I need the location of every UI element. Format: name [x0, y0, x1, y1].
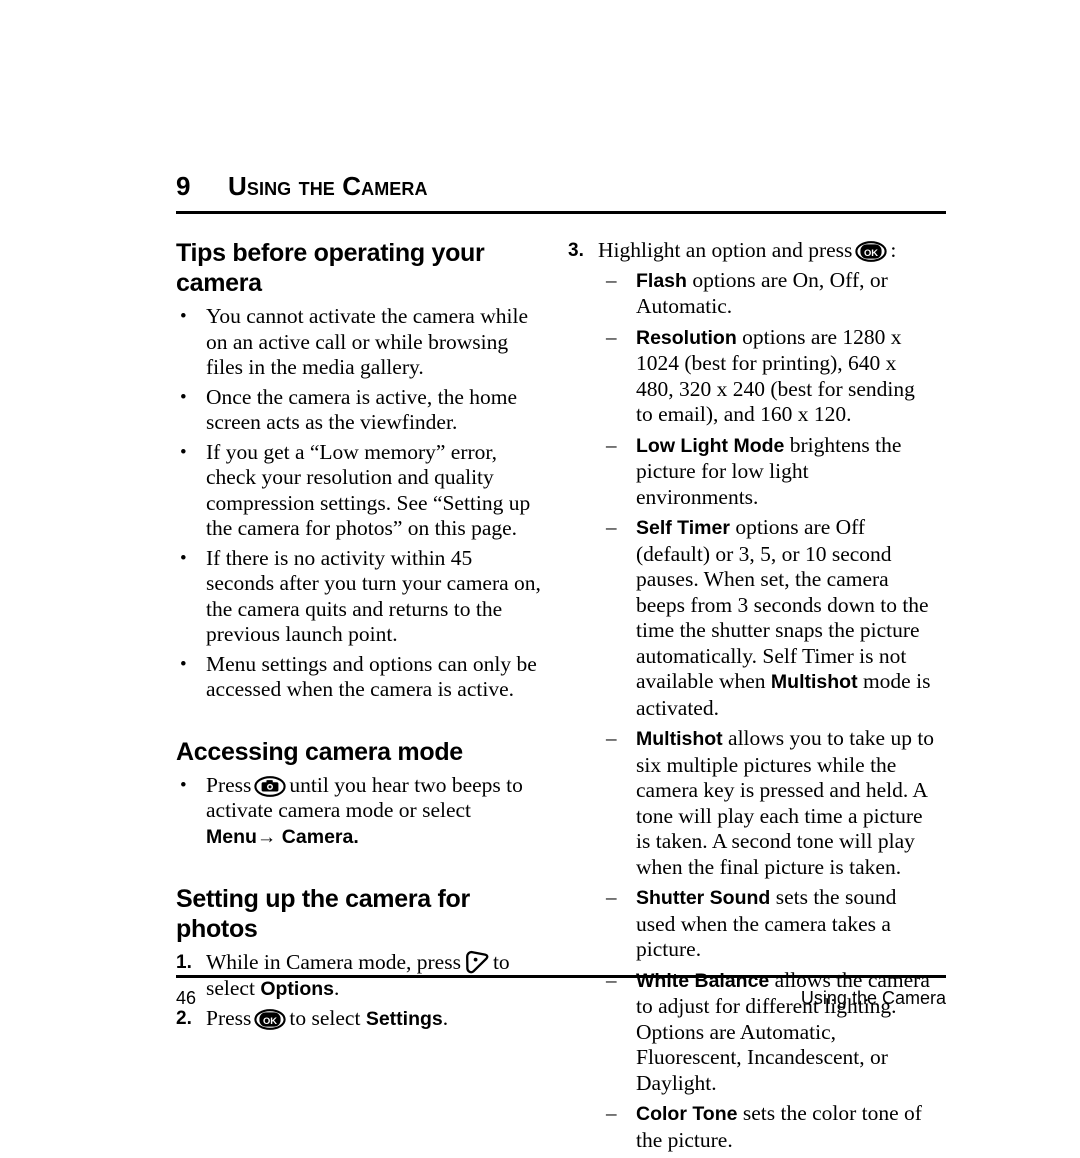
section-heading-setting-up: Setting up the camera for photos	[176, 885, 470, 943]
list-item-text: If you get a “Low memory” error, check y…	[206, 439, 531, 541]
list-item: • Menu settings and options can only be …	[176, 652, 544, 703]
list-item: • If you get a “Low memory” error, check…	[176, 440, 544, 542]
option-name: White Balance	[636, 969, 770, 992]
accessing-bullet-list: • Press until you hear two beeps to activ…	[176, 773, 544, 851]
setup-step-list: 1. While in Camera mode, press to select …	[176, 950, 544, 1033]
step-text-pre: Highlight an option and press	[598, 238, 853, 262]
footer-divider	[176, 975, 946, 978]
option-name: Self Timer	[636, 517, 730, 539]
option-name: Low Light Mode	[636, 434, 785, 457]
chapter-title: Using the Camera	[228, 171, 428, 201]
bullet-marker: •	[180, 653, 187, 675]
dash-marker: –	[606, 267, 617, 292]
step-marker: 1.	[176, 952, 192, 973]
step-marker: 3.	[568, 240, 584, 261]
svg-text:OK: OK	[864, 247, 878, 258]
list-item: • Once the camera is active, the home sc…	[176, 385, 544, 436]
list-item: – Shutter Sound sets the sound used when…	[598, 885, 936, 963]
option-name: Flash	[636, 269, 687, 292]
step-text-end: :	[890, 238, 897, 262]
option-description: options are Off (default) or 3, 5, or 10…	[636, 515, 929, 693]
dash-marker: –	[606, 967, 617, 992]
list-item-text: Once the camera is active, the home scre…	[206, 384, 518, 435]
list-item: • Press until you hear two beeps to activ…	[176, 773, 544, 851]
chapter-number: 9	[176, 171, 191, 201]
list-item-text-pre: Press	[206, 772, 252, 797]
list-item: – Self Timer options are Off (default) o…	[598, 515, 936, 721]
step-marker: 2.	[176, 1008, 192, 1029]
step-text-pre: While in Camera mode, press	[206, 950, 461, 974]
option-name: Resolution	[636, 326, 737, 349]
dash-marker: –	[606, 515, 617, 539]
svg-text:OK: OK	[263, 1015, 277, 1026]
sentence-period: .	[353, 825, 359, 848]
ok-key-icon: OK	[855, 241, 888, 262]
arrow-glyph: →	[256, 825, 277, 848]
step-text-mid: to select	[289, 1006, 361, 1030]
option-name: Color Tone	[636, 1103, 738, 1125]
list-item: • You cannot activate the camera while o…	[176, 304, 544, 381]
bullet-marker: •	[180, 547, 187, 569]
header-divider	[176, 211, 946, 214]
list-item: 3. Highlight an option and press OK : – F…	[568, 238, 936, 1153]
dash-marker: –	[606, 432, 617, 457]
right-column: 3. Highlight an option and press OK : – F…	[568, 238, 936, 1158]
section-heading-accessing: Accessing camera mode	[176, 737, 463, 766]
option-name: Shutter Sound	[636, 887, 771, 909]
settings-label: Settings	[365, 1008, 443, 1030]
camera-options-list: – Flash options are On, Off, or Automati…	[598, 268, 936, 1154]
section-heading-tips: Tips before operating your camera	[176, 239, 485, 297]
bullet-marker: •	[180, 441, 187, 463]
list-item-text: If there is no activity within 45 second…	[206, 545, 541, 647]
running-title: Using the Camera	[800, 988, 946, 1008]
sentence-period: .	[442, 1006, 449, 1030]
option-name: Multishot	[636, 728, 723, 750]
sentence-period: .	[334, 975, 340, 1000]
option-step-list: 3. Highlight an option and press OK : – F…	[568, 238, 936, 1153]
list-item: – Flash options are On, Off, or Automati…	[598, 268, 936, 320]
dash-marker: –	[606, 726, 617, 750]
chapter-header: 9 Using the Camera	[176, 170, 946, 218]
manual-page: 9 Using the Camera Tips before operating…	[176, 0, 946, 1152]
options-label: Options	[260, 977, 334, 1000]
list-item: – Resolution options are 1280 x 1024 (be…	[598, 325, 936, 428]
list-item-text: Menu settings and options can only be ac…	[206, 651, 537, 702]
camera-key-icon	[254, 775, 287, 797]
list-item: – Color Tone sets the color tone of the …	[598, 1101, 936, 1153]
list-item: • If there is no activity within 45 seco…	[176, 546, 544, 648]
camera-label: Camera	[281, 825, 354, 848]
ok-key-icon: OK	[254, 1009, 287, 1030]
navigation-key-icon	[464, 950, 490, 974]
list-item: – Low Light Mode brightens the picture f…	[598, 433, 936, 511]
left-column: Tips before operating your camera • You …	[176, 238, 544, 1037]
tips-bullet-list: • You cannot activate the camera while o…	[176, 304, 544, 703]
bullet-marker: •	[180, 386, 187, 408]
dash-marker: –	[606, 324, 617, 349]
bullet-marker: •	[180, 306, 187, 327]
step-text-pre: Press	[206, 1006, 252, 1030]
dash-marker: –	[606, 1101, 617, 1125]
list-item: 2. Press OK to select Settings.	[176, 1006, 544, 1033]
list-item: – Multishot allows you to take up to six…	[598, 726, 936, 880]
bullet-marker: •	[180, 774, 187, 796]
menu-label: Menu	[206, 825, 257, 848]
page-number: 46	[176, 988, 197, 1008]
list-item-text: You cannot activate the camera while on …	[206, 304, 528, 379]
dash-marker: –	[606, 885, 617, 909]
option-inline-bold: Multishot	[770, 671, 858, 693]
